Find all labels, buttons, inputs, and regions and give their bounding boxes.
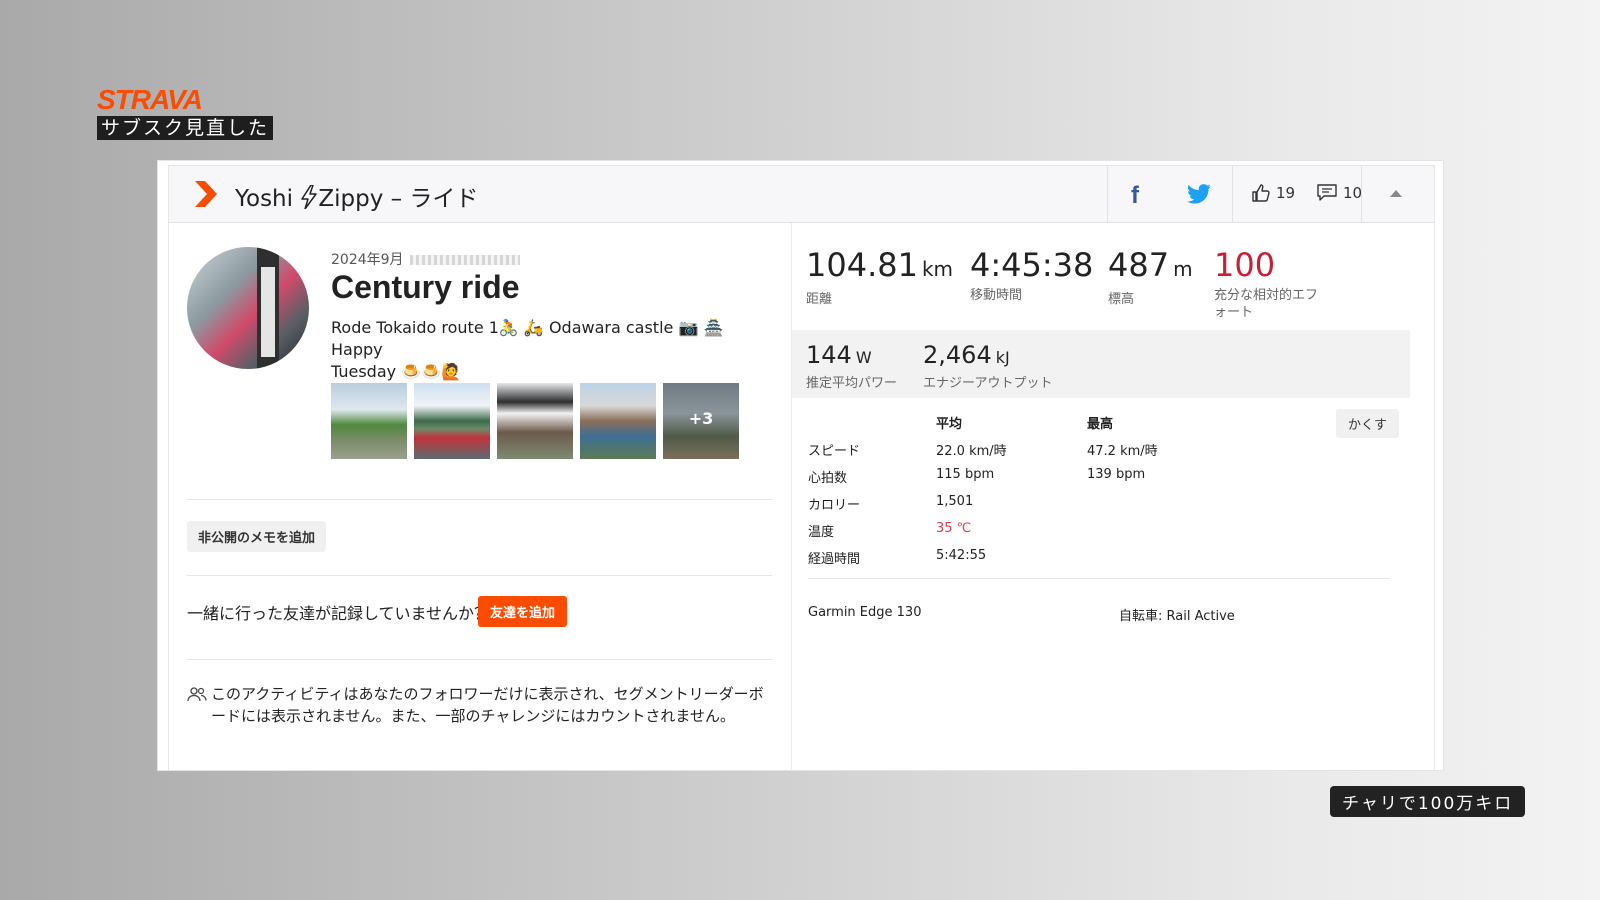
bike-name[interactable]: 自転車: Rail Active <box>1119 605 1235 624</box>
photo-strip: +3 <box>331 383 739 459</box>
distance-label: 距離 <box>806 292 833 307</box>
row-average: 115 bpm <box>936 467 995 482</box>
row-max: 139 bpm <box>1087 467 1146 482</box>
activity-date-text: 2024年9月 <box>331 252 404 268</box>
add-friends-button[interactable]: 友達を追加 <box>478 596 568 627</box>
collapse-chevron-up-icon[interactable] <box>1390 190 1402 197</box>
activity-stats: 104.81 km 距離 4:45:38 移動時間 487 m 標高 100 充分な… <box>792 223 1434 771</box>
comment-count: 10 <box>1343 184 1363 202</box>
energy-unit: kJ <box>995 348 1010 367</box>
table-row: 心拍数 115 bpm 139 bpm <box>808 467 1398 487</box>
relative-effort-label: 充分な相対的エフォート <box>1214 288 1319 320</box>
photo-thumbnail[interactable] <box>331 383 407 459</box>
stat-elevation: 487 m 標高 <box>1108 245 1193 308</box>
divider <box>808 578 1390 579</box>
row-average: 1,501 <box>936 494 974 509</box>
table-row: スピード 22.0 km/時 47.2 km/時 <box>808 440 1398 460</box>
header-separator <box>1232 166 1233 222</box>
divider <box>187 659 772 660</box>
visibility-notice-text: このアクティビティはあなたのフォロワーだけに表示され、セグメントリーダーボードに… <box>211 685 764 725</box>
row-label: 経過時間 <box>808 552 861 567</box>
details-table-header: 平均 最高 <box>808 413 1398 433</box>
comments-button[interactable]: 10 <box>1317 184 1362 202</box>
date-redacted <box>409 255 520 265</box>
column-header-average: 平均 <box>936 417 963 432</box>
row-label: カロリー <box>808 498 861 513</box>
relative-effort-value: 100 <box>1214 246 1276 284</box>
photo-thumbnail[interactable] <box>414 383 490 459</box>
description-line: Rode Tokaido route 1🚴 🛵 Odawara castle 📷… <box>331 318 724 359</box>
stat-moving-time: 4:45:38 移動時間 <box>970 245 1093 304</box>
power-unit: W <box>855 348 872 367</box>
activity-header-title[interactable]: Yoshi Zippy – ライド <box>235 179 478 213</box>
athlete-avatar[interactable] <box>187 247 309 369</box>
followers-icon <box>187 687 207 702</box>
moving-time-label: 移動時間 <box>970 288 1023 303</box>
overlay-brand: STRAVA サブスク見直した <box>97 84 274 140</box>
table-row: カロリー 1,501 <box>808 494 1398 514</box>
athlete-name[interactable]: Yoshi <box>235 186 293 212</box>
twitter-share-icon[interactable] <box>1187 184 1211 204</box>
kudos-count: 19 <box>1276 184 1296 202</box>
comment-icon <box>1317 184 1337 201</box>
power-stats-band: 144 W 推定平均パワー 2,464 kJ エナジーアウトプット <box>792 330 1410 398</box>
facebook-share-icon[interactable]: f <box>1131 182 1139 210</box>
activity-summary: 2024年9月 Century ride Rode Tokaido route … <box>169 223 791 771</box>
thumbs-up-icon <box>1252 184 1270 202</box>
moving-time-value: 4:45:38 <box>970 246 1094 284</box>
more-photos-thumbnail[interactable]: +3 <box>663 383 739 459</box>
hide-details-button[interactable]: かくす <box>1336 409 1400 438</box>
power-value: 144 <box>806 341 852 369</box>
header-separator <box>1361 166 1362 222</box>
strava-logo: STRAVA <box>97 84 203 115</box>
distance-unit: km <box>921 257 954 281</box>
visibility-notice: このアクティビティはあなたのフォロワーだけに表示され、セグメントリーダーボードに… <box>187 683 772 727</box>
row-average: 22.0 km/時 <box>936 444 1007 459</box>
stat-energy: 2,464 kJ エナジーアウトプット <box>923 340 1052 392</box>
add-private-note-button[interactable]: 非公開のメモを追加 <box>187 521 327 552</box>
energy-label: エナジーアウトプット <box>923 376 1053 391</box>
overlay-corner-badge: チャリで100万キロ <box>1330 786 1526 817</box>
row-average: 35 ℃ <box>936 521 972 536</box>
energy-value: 2,464 <box>923 341 992 369</box>
stat-distance: 104.81 km 距離 <box>806 245 953 308</box>
overlay-subtitle: サブスク見直した <box>97 116 274 140</box>
elevation-value: 487 <box>1108 246 1170 284</box>
photo-thumbnail[interactable] <box>497 383 573 459</box>
friends-question: 一緒に行った友達が記録していませんか？ <box>187 604 491 623</box>
activity-description: Rode Tokaido route 1🚴 🛵 Odawara castle 📷… <box>331 317 761 383</box>
description-line: Tuesday 🍮🍮🙋 <box>331 362 461 381</box>
lightning-bolt-icon <box>301 185 318 209</box>
kudos-button[interactable]: 19 <box>1252 184 1295 202</box>
activity-date: 2024年9月 <box>331 249 520 269</box>
activity-title: Century ride <box>331 269 520 305</box>
divider <box>187 499 772 500</box>
header-separator <box>1107 166 1108 222</box>
power-label: 推定平均パワー <box>806 376 898 391</box>
row-label: 温度 <box>808 525 835 540</box>
stat-relative-effort[interactable]: 100 充分な相対的エフォート <box>1214 245 1326 321</box>
row-average: 5:42:55 <box>936 548 987 563</box>
strava-chevron-icon <box>195 181 217 207</box>
photo-thumbnail[interactable] <box>580 383 656 459</box>
table-row: 温度 35 ℃ <box>808 521 1398 541</box>
device-name: Garmin Edge 130 <box>808 605 922 620</box>
divider <box>187 575 772 576</box>
stat-power: 144 W 推定平均パワー <box>806 340 897 392</box>
row-max: 47.2 km/時 <box>1087 444 1158 459</box>
row-label: 心拍数 <box>808 471 848 486</box>
column-header-max: 最高 <box>1087 417 1114 432</box>
table-row: 経過時間 5:42:55 <box>808 548 1398 568</box>
elevation-label: 標高 <box>1108 292 1135 307</box>
activity-type-title: Zippy – ライド <box>318 186 479 212</box>
more-photos-count: +3 <box>688 409 714 428</box>
activity-card: Yoshi Zippy – ライド f 19 10 2024年9月 Centur… <box>158 161 1443 771</box>
activity-header: Yoshi Zippy – ライド f 19 10 <box>169 166 1434 223</box>
elevation-unit: m <box>1173 257 1193 281</box>
row-label: スピード <box>808 444 861 459</box>
distance-value: 104.81 <box>806 246 918 284</box>
